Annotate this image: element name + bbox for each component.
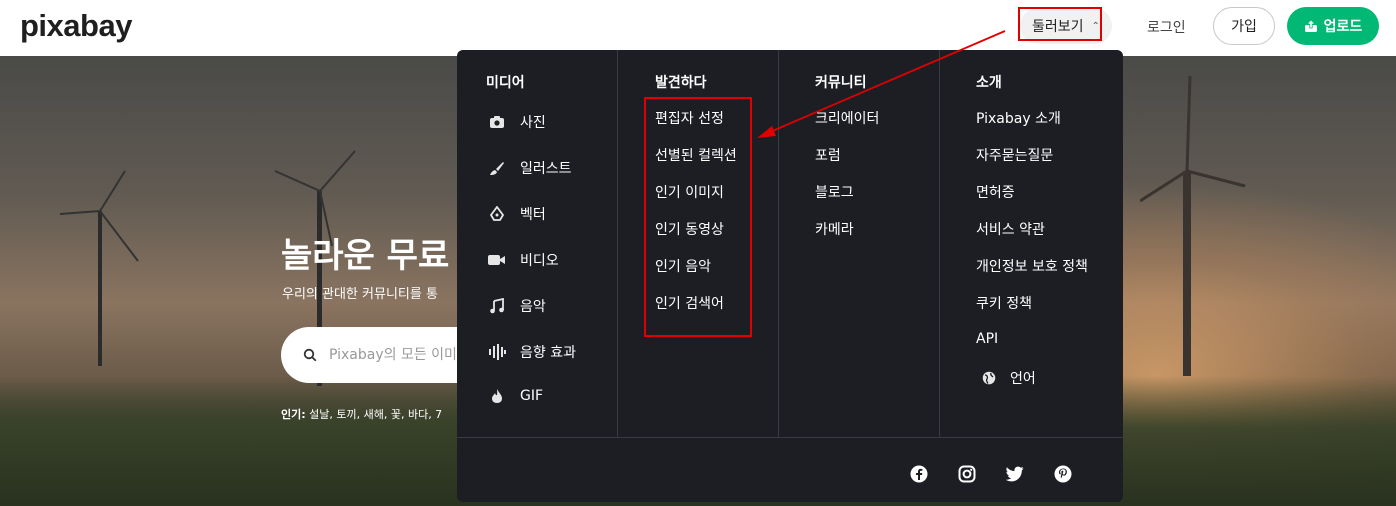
annotation-box-explore [1018, 7, 1102, 41]
pen-nib-icon [488, 206, 506, 222]
menu-item-label: GIF [520, 388, 544, 404]
hero-subtitle: 우리의 관대한 커뮤니티를 통 [282, 287, 438, 302]
menu-item-vectors[interactable]: 벡터 [488, 204, 546, 224]
about-heading: 소개 [976, 75, 1002, 91]
wind-turbine-image [1140, 76, 1246, 376]
menu-item-gif[interactable]: GIF [488, 388, 543, 404]
pixabay-logo[interactable]: pixabay [20, 8, 132, 44]
popular-searches: 인기: 설날, 토끼, 새해, 꽃, 바다, 7 [281, 406, 442, 422]
menu-item-cameras[interactable]: 카메라 [815, 219, 854, 239]
menu-item-label: 일러스트 [520, 161, 572, 177]
discover-heading: 발견하다 [655, 75, 707, 91]
explore-dropdown-menu: 미디어 사진 일러스트 벡터 비디오 음악 음향 효과 GIF 발견하다 편집자… [457, 50, 1123, 502]
brush-icon [488, 160, 506, 176]
login-link[interactable]: 로그인 [1147, 17, 1186, 37]
video-icon [488, 254, 506, 266]
wind-turbine-image [59, 170, 139, 366]
menu-item-about-pixabay[interactable]: Pixabay 소개 [976, 108, 1061, 128]
upload-icon [1304, 19, 1317, 32]
menu-item-videos[interactable]: 비디오 [488, 250, 559, 270]
upload-label: 업로드 [1323, 19, 1363, 35]
language-selector[interactable]: 언어 [980, 368, 1036, 388]
menu-item-label: 벡터 [520, 207, 546, 223]
hero-title: 놀라운 무료 [281, 236, 450, 276]
menu-item-creators[interactable]: 크리에이터 [815, 108, 879, 128]
column-divider [617, 50, 618, 438]
community-heading: 커뮤니티 [815, 75, 867, 91]
column-divider [778, 50, 779, 438]
menu-item-api[interactable]: API [976, 331, 998, 347]
menu-item-label: 음향 효과 [520, 345, 576, 361]
facebook-icon[interactable] [909, 464, 929, 484]
menu-item-privacy-policy[interactable]: 개인정보 보호 정책 [976, 256, 1088, 276]
menu-item-license[interactable]: 면허증 [976, 182, 1015, 202]
menu-item-forum[interactable]: 포럼 [815, 145, 841, 165]
instagram-icon[interactable] [957, 464, 977, 484]
camera-icon [488, 115, 506, 129]
pinterest-icon[interactable] [1053, 464, 1073, 484]
globe-icon [980, 371, 998, 385]
popular-label: 인기: [281, 408, 306, 421]
search-icon [303, 348, 317, 362]
annotation-box-discover [644, 97, 752, 337]
language-label: 언어 [1010, 371, 1036, 387]
column-divider [939, 50, 940, 438]
top-header: pixabay 둘러보기 ⌃ 로그인 가입 업로드 [0, 0, 1396, 56]
menu-item-blog[interactable]: 블로그 [815, 182, 854, 202]
menu-item-photos[interactable]: 사진 [488, 112, 546, 132]
menu-item-label: 사진 [520, 115, 546, 131]
menu-item-sound-effects[interactable]: 음향 효과 [488, 342, 576, 362]
media-heading: 미디어 [486, 75, 525, 91]
music-note-icon [488, 298, 506, 314]
menu-item-terms-of-service[interactable]: 서비스 약관 [976, 219, 1045, 239]
flame-icon [488, 388, 506, 404]
menu-item-music[interactable]: 음악 [488, 296, 546, 316]
menu-item-label: 비디오 [520, 253, 559, 269]
menu-footer-divider [457, 437, 1123, 438]
popular-terms[interactable]: 설날, 토끼, 새해, 꽃, 바다, 7 [309, 408, 442, 421]
menu-item-faq[interactable]: 자주묻는질문 [976, 145, 1053, 165]
menu-item-cookie-policy[interactable]: 쿠키 정책 [976, 293, 1032, 313]
menu-item-label: 음악 [520, 299, 546, 315]
upload-button[interactable]: 업로드 [1287, 7, 1379, 45]
menu-item-illustrations[interactable]: 일러스트 [488, 158, 572, 178]
join-button[interactable]: 가입 [1213, 7, 1275, 45]
twitter-icon[interactable] [1005, 464, 1025, 484]
sound-wave-icon [488, 344, 506, 360]
